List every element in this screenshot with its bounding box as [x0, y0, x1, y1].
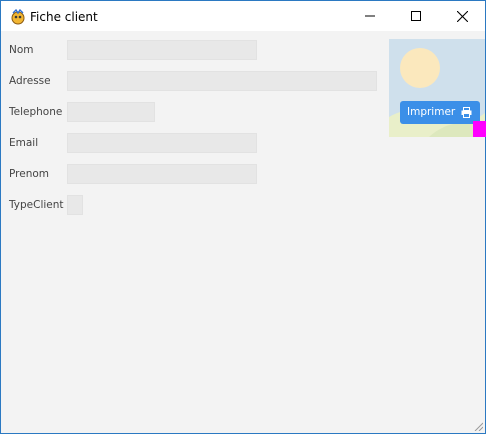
printer-icon [461, 107, 472, 118]
window-title: Fiche client [30, 10, 98, 24]
label-typeclient: TypeClient [9, 199, 64, 211]
typeclient-input[interactable] [67, 195, 83, 215]
prenom-input[interactable] [67, 164, 257, 184]
close-icon [456, 10, 468, 22]
magenta-marker [473, 121, 486, 137]
minimize-button[interactable] [347, 1, 393, 31]
print-button[interactable]: Imprimer [400, 101, 480, 124]
label-prenom: Prenom [9, 168, 50, 180]
nom-input[interactable] [67, 40, 257, 60]
close-button[interactable] [439, 1, 485, 31]
email-input[interactable] [67, 133, 257, 153]
maximize-button[interactable] [393, 1, 439, 31]
print-button-label: Imprimer [407, 106, 456, 118]
app-icon [11, 9, 25, 25]
adresse-input[interactable] [67, 71, 377, 91]
label-telephone: Telephone [9, 106, 63, 118]
telephone-input[interactable] [67, 102, 155, 122]
title-bar[interactable]: Fiche client [1, 1, 485, 31]
label-nom: Nom [9, 44, 34, 56]
minimize-icon [365, 15, 375, 17]
resize-grip-icon[interactable] [473, 421, 483, 431]
app-window: Fiche client Nom Adresse Telephone Email… [0, 0, 486, 434]
label-adresse: Adresse [9, 75, 51, 87]
label-email: Email [9, 137, 39, 149]
maximize-icon [411, 11, 421, 21]
